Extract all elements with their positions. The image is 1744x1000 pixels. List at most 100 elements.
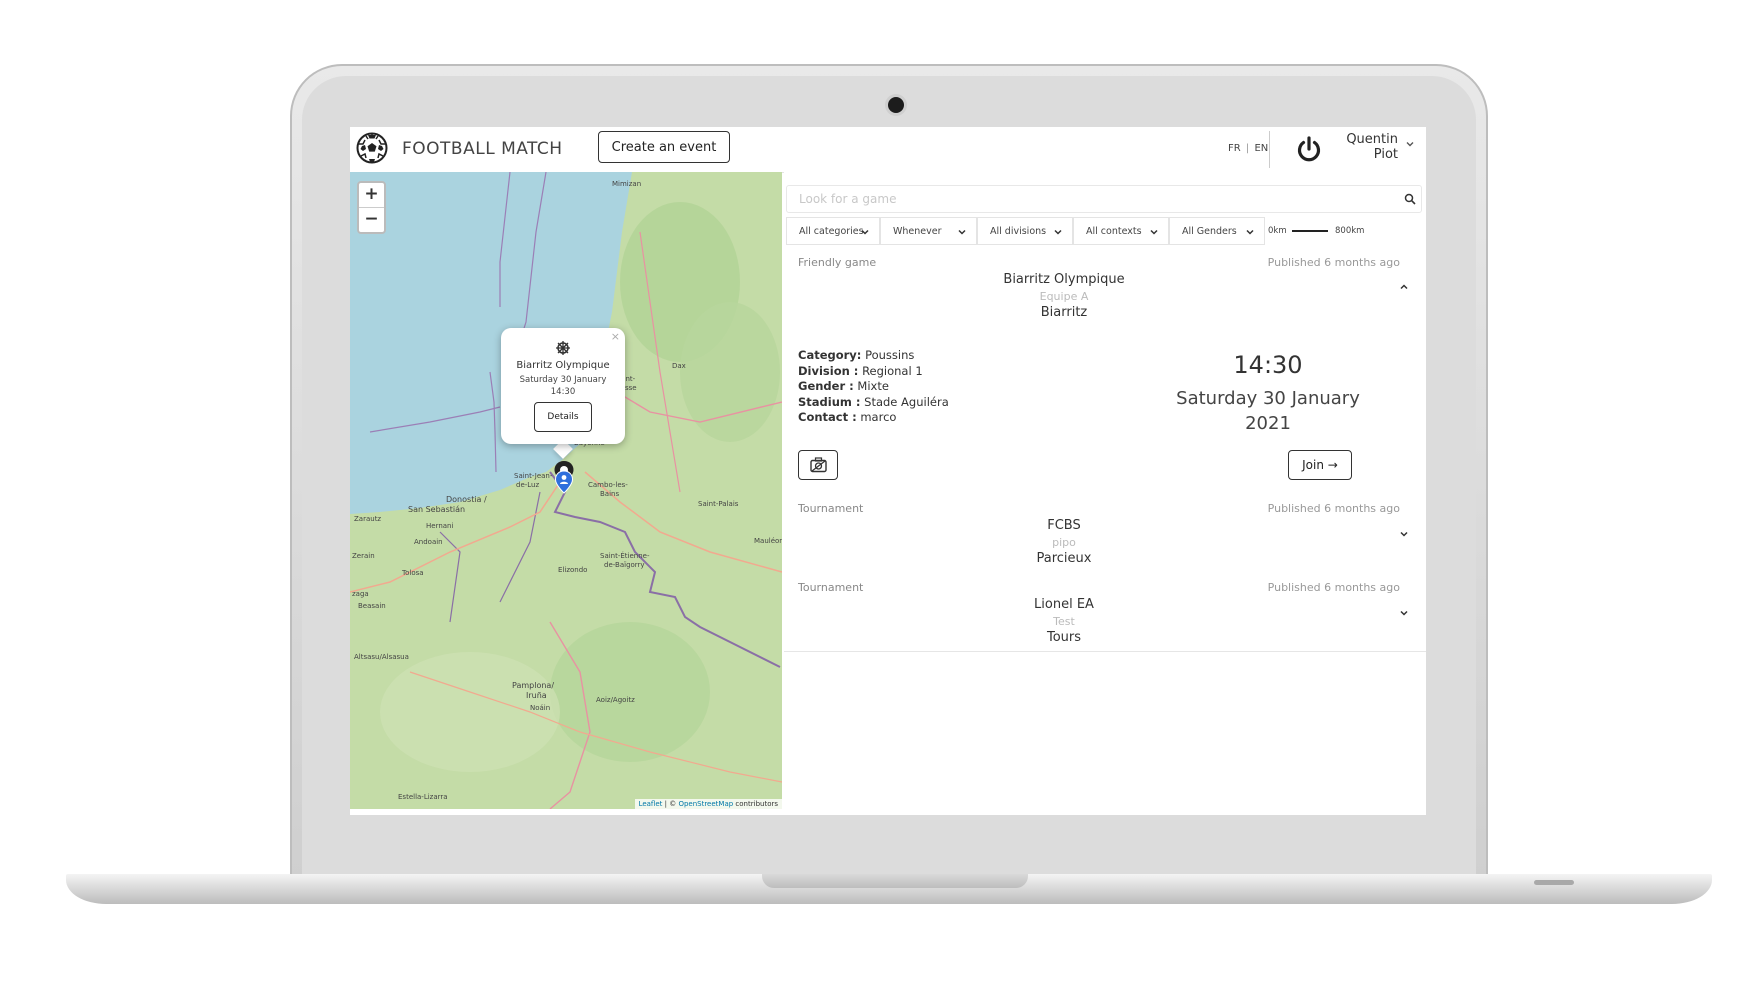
svg-text:Dax: Dax bbox=[672, 362, 686, 370]
gender-label: Gender : bbox=[798, 379, 854, 393]
event-card[interactable]: Tournament Published 6 months ago Lionel… bbox=[784, 573, 1426, 652]
when-filter-label: Whenever bbox=[893, 226, 942, 237]
gender-value: Mixte bbox=[857, 379, 889, 393]
location-pin-icon[interactable] bbox=[552, 459, 576, 499]
navbar: FOOTBALL MATCH Create an event FR | EN Q… bbox=[350, 127, 1426, 173]
event-details: Category: Poussins Division : Regional 1… bbox=[798, 348, 949, 426]
event-published: Published 6 months ago bbox=[1267, 581, 1400, 594]
when-filter[interactable]: Whenever bbox=[880, 217, 977, 245]
events-panel: All categories Whenever All divisions Al… bbox=[784, 172, 1426, 815]
svg-text:de-Luz: de-Luz bbox=[516, 481, 539, 489]
svg-text:Saint-Palais: Saint-Palais bbox=[698, 500, 739, 508]
join-button[interactable]: Join → bbox=[1288, 450, 1352, 480]
screen: FOOTBALL MATCH Create an event FR | EN Q… bbox=[350, 127, 1426, 815]
photo-button[interactable] bbox=[798, 450, 838, 480]
chevron-down-icon[interactable] bbox=[1398, 607, 1410, 619]
event-date-line2: 2021 bbox=[1245, 413, 1291, 434]
laptop-notch bbox=[762, 874, 1028, 888]
svg-text:Mauléon-Licha: Mauléon-Licha bbox=[754, 537, 782, 545]
event-team-sub: pipo bbox=[1052, 536, 1076, 549]
svg-text:Aoiz/Agoitz: Aoiz/Agoitz bbox=[596, 696, 635, 704]
zoom-in-button[interactable]: + bbox=[359, 183, 384, 208]
search-icon[interactable] bbox=[1404, 193, 1416, 205]
svg-text:Cambo-les-: Cambo-les- bbox=[588, 481, 628, 489]
camera-icon bbox=[810, 457, 827, 473]
filter-bar: All categories Whenever All divisions Al… bbox=[786, 217, 1426, 245]
map[interactable]: Mimizan Dax St-Vincent- de-Tyrosse Tarno… bbox=[350, 172, 782, 809]
search-input[interactable] bbox=[786, 185, 1422, 213]
distance-slider[interactable]: 0km 800km bbox=[1265, 217, 1373, 245]
event-time: 14:30 bbox=[1233, 351, 1303, 379]
svg-text:Zerain: Zerain bbox=[352, 552, 375, 560]
popup-details-button[interactable]: Details bbox=[534, 402, 592, 432]
gender-filter[interactable]: All Genders bbox=[1169, 217, 1265, 245]
category-filter[interactable]: All categories bbox=[786, 217, 880, 245]
category-label: Category: bbox=[798, 348, 862, 362]
event-team: Biarritz Olympique bbox=[1003, 272, 1125, 287]
map-popup: × Biarritz Olympique Saturday 30 January… bbox=[501, 328, 625, 444]
create-event-button[interactable]: Create an event bbox=[598, 131, 730, 163]
popup-team: Biarritz Olympique bbox=[516, 360, 610, 371]
chevron-down-icon bbox=[1054, 229, 1062, 235]
event-published: Published 6 months ago bbox=[1267, 256, 1400, 269]
event-team: FCBS bbox=[1047, 518, 1081, 533]
attribution-rest: contributors bbox=[733, 800, 778, 808]
zoom-out-button[interactable]: − bbox=[359, 208, 384, 232]
event-team-sub: Test bbox=[1053, 615, 1075, 628]
stadium-value: Stade Aguiléra bbox=[864, 394, 949, 409]
svg-text:Donostia /: Donostia / bbox=[446, 495, 487, 504]
osm-link[interactable]: OpenStreetMap bbox=[678, 800, 733, 808]
range-max-label: 800km bbox=[1335, 226, 1365, 236]
attribution-sep: | © bbox=[662, 800, 679, 808]
svg-text:Noáin: Noáin bbox=[530, 704, 550, 712]
team-crest-icon bbox=[556, 341, 570, 355]
division-label: Division : bbox=[798, 363, 859, 378]
svg-text:Altsasu/Alsasua: Altsasu/Alsasua bbox=[354, 653, 409, 661]
range-track[interactable] bbox=[1292, 230, 1328, 232]
popup-time: 14:30 bbox=[550, 387, 576, 397]
leaflet-link[interactable]: Leaflet bbox=[639, 800, 663, 808]
svg-text:Saint-Étienne-: Saint-Étienne- bbox=[600, 551, 650, 560]
brand-title[interactable]: FOOTBALL MATCH bbox=[402, 139, 563, 159]
context-filter[interactable]: All contexts bbox=[1073, 217, 1169, 245]
event-type: Tournament bbox=[798, 581, 864, 594]
event-card[interactable]: Tournament Published 6 months ago FCBS p… bbox=[784, 494, 1426, 574]
chevron-up-icon[interactable] bbox=[1398, 281, 1410, 293]
football-logo-icon[interactable] bbox=[356, 132, 388, 164]
lang-en-link[interactable]: EN bbox=[1254, 143, 1268, 154]
svg-text:Hernani: Hernani bbox=[426, 522, 453, 530]
context-filter-label: All contexts bbox=[1086, 226, 1142, 237]
lang-fr-link[interactable]: FR bbox=[1228, 143, 1241, 154]
power-icon[interactable] bbox=[1294, 134, 1324, 164]
division-value: Regional 1 bbox=[862, 363, 923, 378]
division-filter[interactable]: All divisions bbox=[977, 217, 1073, 245]
chevron-down-icon[interactable] bbox=[1404, 138, 1416, 150]
svg-text:de-Baïgorry: de-Baïgorry bbox=[604, 561, 645, 569]
event-card[interactable]: Friendly game Published 6 months ago Bia… bbox=[784, 248, 1426, 495]
event-date-line1: Saturday 30 January bbox=[1176, 388, 1360, 409]
popup-close-icon[interactable]: × bbox=[611, 330, 620, 343]
division-filter-label: All divisions bbox=[990, 226, 1047, 237]
svg-text:Bains: Bains bbox=[600, 490, 619, 498]
user-menu[interactable]: Quentin Piot bbox=[1326, 132, 1416, 162]
event-published: Published 6 months ago bbox=[1267, 502, 1400, 515]
event-date: Saturday 30 January 2021 bbox=[1168, 386, 1368, 436]
svg-text:Iruña: Iruña bbox=[526, 691, 547, 700]
event-city: Tours bbox=[1046, 630, 1082, 645]
laptop-led bbox=[1534, 880, 1574, 885]
chevron-down-icon bbox=[958, 229, 966, 235]
svg-text:San Sebastián: San Sebastián bbox=[408, 505, 465, 514]
svg-text:zaga: zaga bbox=[352, 590, 369, 598]
chevron-down-icon bbox=[1246, 229, 1254, 235]
user-first-name: Quentin bbox=[1346, 132, 1398, 147]
chevron-down-icon[interactable] bbox=[1398, 528, 1410, 540]
svg-text:Zarautz: Zarautz bbox=[354, 515, 381, 523]
webcam bbox=[888, 97, 904, 113]
user-last-name: Piot bbox=[1373, 147, 1398, 162]
svg-text:Beasain: Beasain bbox=[358, 602, 386, 610]
stadium-label: Stadium : bbox=[798, 394, 861, 409]
svg-text:Estella-Lizarra: Estella-Lizarra bbox=[398, 793, 448, 801]
event-city: Biarritz bbox=[1040, 305, 1088, 320]
nav-divider bbox=[1269, 131, 1270, 168]
popup-date: Saturday 30 January bbox=[519, 375, 607, 385]
